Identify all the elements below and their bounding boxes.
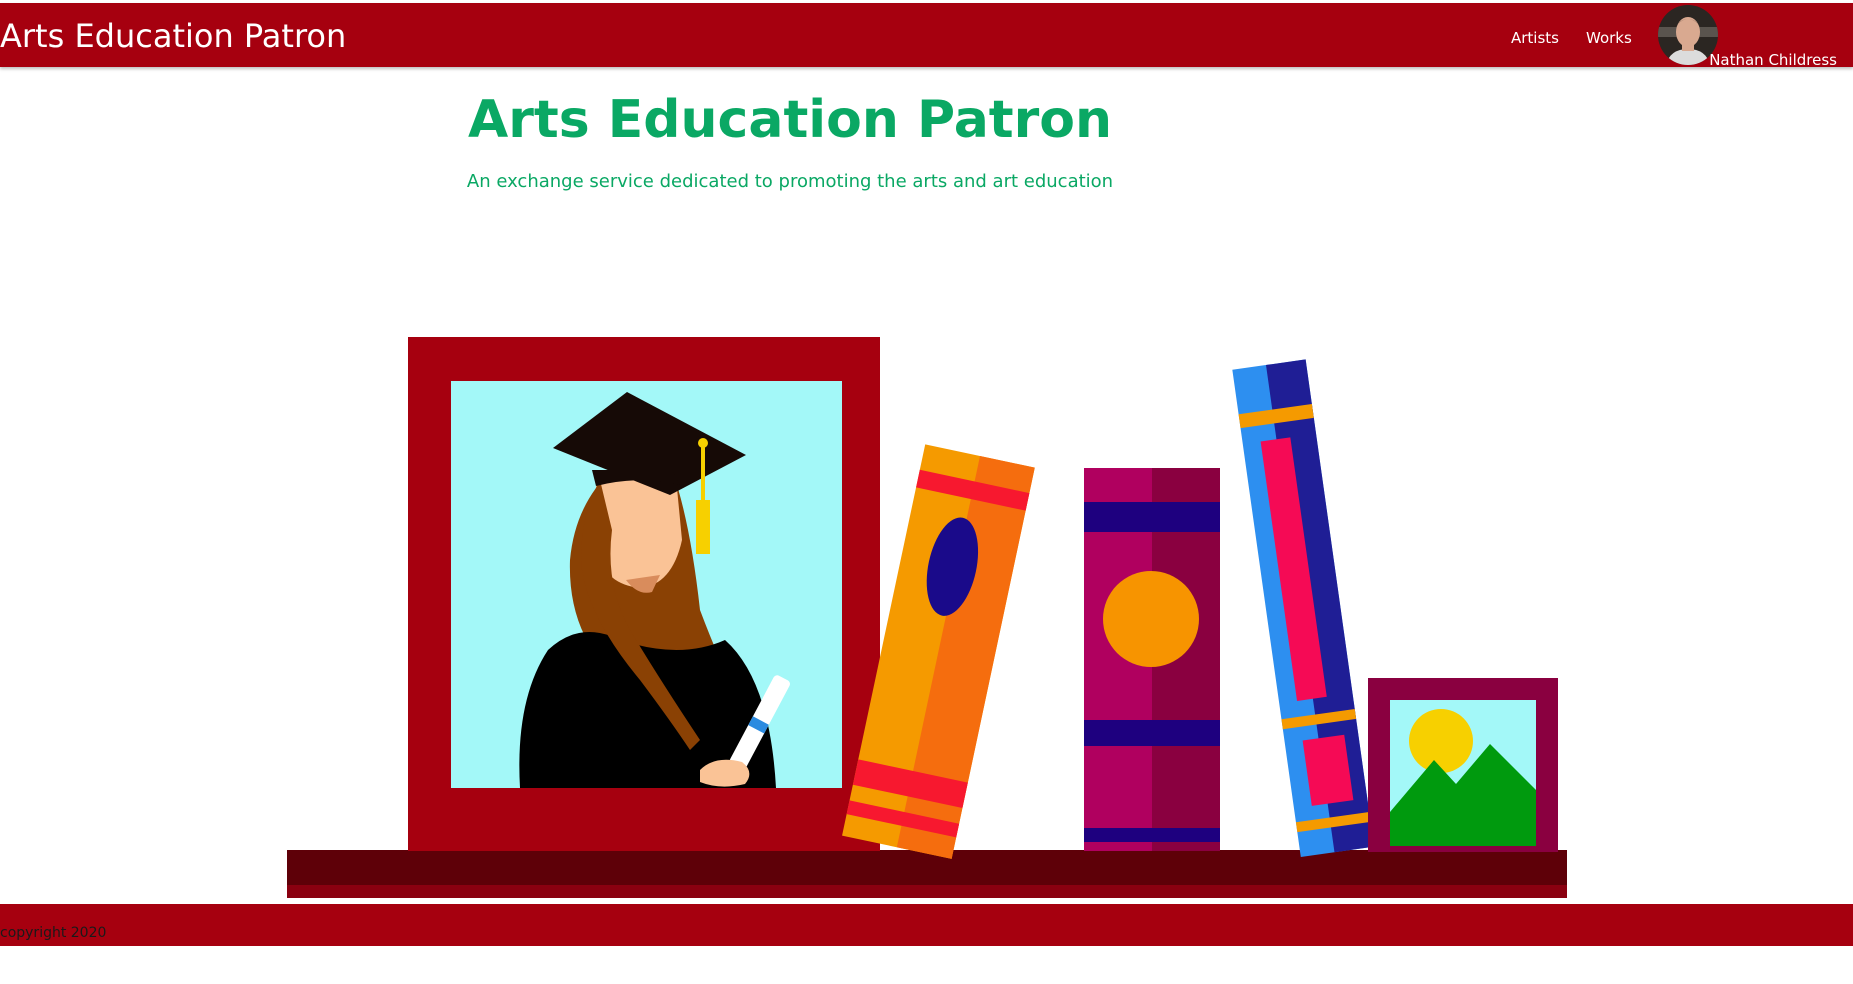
magenta-book bbox=[1084, 468, 1220, 851]
graduate-portrait-frame bbox=[408, 337, 880, 851]
copyright-text: copyright 2020 bbox=[0, 925, 107, 941]
blue-book bbox=[1232, 359, 1375, 857]
landscape-picture-frame bbox=[1368, 678, 1558, 852]
bookshelf-illustration bbox=[287, 337, 1567, 898]
footer bbox=[0, 904, 1853, 946]
